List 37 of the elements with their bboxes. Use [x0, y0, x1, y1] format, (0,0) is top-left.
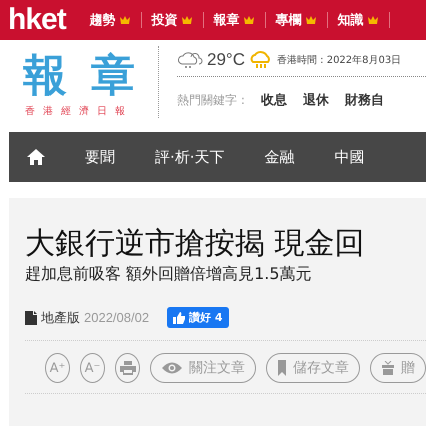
- subheadline: 趕加息前吸客 額外回贈倍增高見1.5萬元: [25, 264, 313, 285]
- gift-icon: [381, 361, 395, 375]
- thumbs-up-icon: [173, 312, 186, 324]
- cloud-icon: [177, 51, 203, 69]
- keyword-link[interactable]: 退休: [302, 91, 329, 109]
- top-nav-link[interactable]: 報章: [204, 12, 266, 28]
- temperature: 29°C: [207, 50, 245, 70]
- top-nav-link[interactable]: 投資: [142, 12, 204, 28]
- publish-date: 2022/08/02: [84, 310, 150, 325]
- like-button[interactable]: 讚好 4: [167, 307, 229, 328]
- crown-icon: [244, 16, 254, 24]
- top-nav-link[interactable]: 知識: [328, 12, 390, 28]
- nav-link[interactable]: 要聞: [85, 148, 115, 166]
- keywords-label: 熱門關鍵字 :: [177, 92, 245, 108]
- crown-icon: [368, 16, 378, 24]
- crown-icon: [306, 16, 316, 24]
- masthead-subtitle: 香港經濟日報: [25, 104, 133, 118]
- date-time: 香港時間 : 2022年8月03日: [276, 54, 402, 67]
- top-nav-link[interactable]: 專欄: [266, 12, 328, 28]
- crown-icon: [120, 16, 130, 24]
- nav-link[interactable]: 中國: [334, 148, 365, 166]
- home-icon[interactable]: [27, 149, 45, 165]
- keyword-link[interactable]: 收息: [260, 91, 287, 109]
- crown-icon: [182, 16, 192, 24]
- eye-icon: [161, 361, 183, 375]
- bookmark-icon: [277, 360, 287, 376]
- nav-link[interactable]: 評·析·天下: [155, 148, 225, 166]
- print-button[interactable]: [115, 353, 140, 383]
- top-nav-link[interactable]: 趨勢: [80, 12, 142, 28]
- headline: 大銀行逆市搶按揭 現金回: [25, 226, 366, 262]
- rain-cloud-icon: [248, 51, 273, 69]
- nav-link[interactable]: 金融: [264, 148, 295, 166]
- section-label: 地產版: [41, 310, 80, 326]
- document-icon: [25, 310, 37, 324]
- site-logo[interactable]: hket: [8, 3, 66, 37]
- print-icon: [120, 361, 136, 375]
- keyword-link[interactable]: 財務自: [344, 91, 384, 109]
